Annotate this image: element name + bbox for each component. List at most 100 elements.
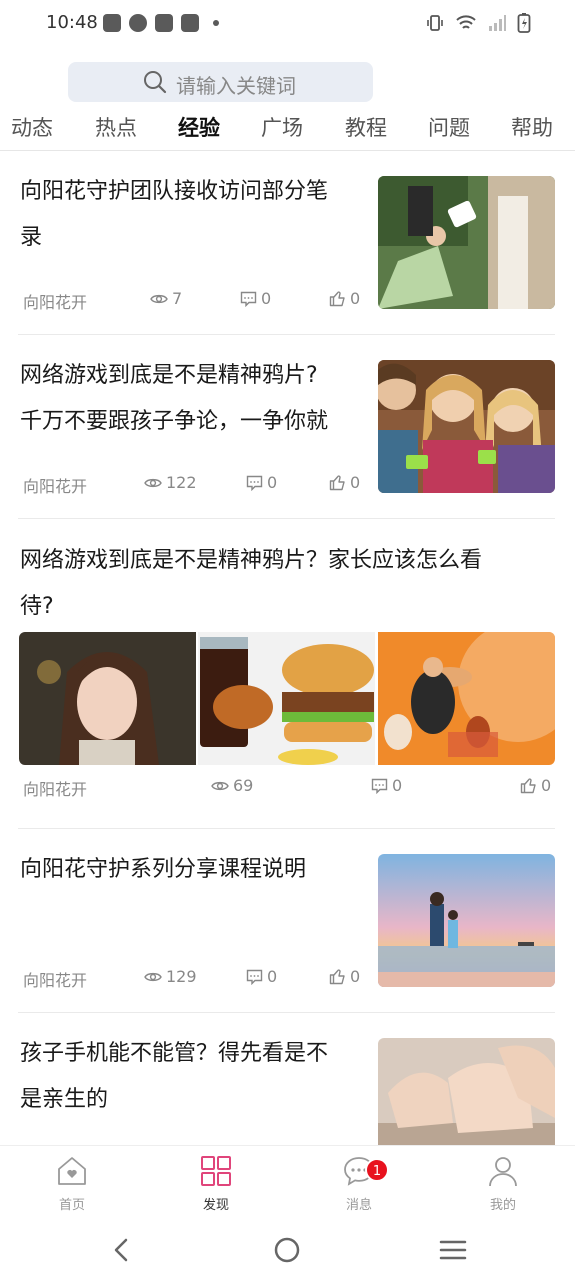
search-bar[interactable]: 请输入关键词 — [68, 62, 373, 102]
view-count: 7 — [150, 289, 182, 308]
tab-questions[interactable]: 问题 — [428, 112, 470, 142]
article-card[interactable]: 网络游戏到底是不是精神鸦片？家长应该怎么看 待? 向阳花开 69 0 0 — [18, 538, 555, 806]
fast-food-photo — [198, 632, 375, 765]
message-badge: 1 — [365, 1158, 389, 1182]
nav-discover[interactable]: 发现 — [176, 1154, 256, 1213]
thumbs-up-icon — [329, 969, 345, 985]
article-divider — [18, 828, 555, 829]
eye-icon — [211, 781, 229, 790]
like-count-value: 0 — [541, 776, 552, 795]
app-screen: 10:48 请输入关键词 动态 热点 经验 广场 教程 问题 帮助 向阳花守护团… — [0, 0, 575, 1280]
kids-phones-photo — [378, 360, 555, 493]
system-navigation-bar — [0, 1220, 575, 1280]
like-count[interactable]: 0 — [329, 967, 360, 986]
article-title-line: 是亲生的 — [20, 1087, 109, 1112]
article-thumbnail — [378, 632, 555, 765]
article-title: 向阳花守护团队接收访问部分笔 录 — [20, 169, 360, 261]
hands-photo — [378, 1038, 555, 1145]
article-title: 网络游戏到底是不是精神鸦片？家长应该怎么看 待? — [20, 538, 557, 630]
shopping-bag-icon — [155, 14, 173, 32]
comment-count[interactable]: 0 — [246, 967, 277, 986]
article-divider — [18, 1012, 555, 1013]
home-circle-icon[interactable] — [273, 1236, 301, 1264]
beach-sunset-photo — [378, 854, 555, 987]
user-icon — [489, 1157, 517, 1187]
article-author: 向阳花开 — [23, 776, 87, 800]
article-feed[interactable]: 向阳花守护团队接收访问部分笔 录 向阳花开 7 0 0 网络游戏到底是不是精神鸦… — [0, 151, 575, 1145]
article-title-line: 网络游戏到底是不是精神鸦片? — [20, 363, 318, 388]
vivo-app-icon — [103, 14, 121, 32]
view-count: 122 — [144, 473, 197, 492]
comment-count-value: 0 — [267, 473, 278, 492]
article-card[interactable]: 向阳花守护团队接收访问部分笔 录 向阳花开 7 0 0 — [18, 169, 555, 334]
comment-icon — [246, 969, 263, 985]
article-title-line: 向阳花守护系列分享课程说明 — [20, 857, 307, 882]
wifi-icon — [456, 15, 476, 29]
author-name: 向阳花开 — [23, 780, 88, 799]
view-count-value: 129 — [166, 967, 197, 986]
article-title: 孩子手机能不能管？得先看是不 是亲生的 — [20, 1031, 360, 1123]
tab-dynamic[interactable]: 动态 — [11, 112, 53, 142]
nav-messages-label: 消息 — [345, 1198, 372, 1213]
view-count: 129 — [144, 967, 197, 986]
junk-food-illustration — [378, 632, 555, 765]
nav-discover-label: 发现 — [202, 1198, 229, 1213]
article-title: 网络游戏到底是不是精神鸦片? 千万不要跟孩子争论，一争你就 — [20, 353, 360, 445]
grid-icon — [201, 1156, 231, 1186]
article-card[interactable]: 向阳花守护系列分享课程说明 向阳花开 129 0 0 — [18, 847, 555, 1012]
interview-photo — [378, 176, 555, 309]
article-thumbnail — [378, 360, 555, 493]
nav-messages[interactable]: 1 消息 — [319, 1154, 399, 1213]
article-card[interactable]: 孩子手机能不能管？得先看是不 是亲生的 — [18, 1031, 555, 1145]
bottom-navigation: 首页 发现 1 消息 我的 — [0, 1145, 575, 1220]
article-author: 向阳花开 — [23, 967, 87, 991]
article-title-line: 录 — [20, 225, 43, 250]
menu-icon[interactable] — [438, 1236, 468, 1264]
comment-count[interactable]: 0 — [246, 473, 277, 492]
shopping-bag-icon — [181, 14, 199, 32]
category-tabs: 动态 热点 经验 广场 教程 问题 帮助 — [0, 112, 575, 150]
comment-count[interactable]: 0 — [371, 776, 402, 795]
signal-icon — [489, 15, 506, 31]
app-notification-icon — [129, 14, 147, 32]
article-author: 向阳花开 — [23, 289, 87, 313]
tab-help[interactable]: 帮助 — [511, 112, 553, 142]
system-status-icons — [425, 12, 531, 34]
view-count-value: 69 — [233, 776, 254, 795]
thumbs-up-icon — [329, 475, 345, 491]
article-divider — [18, 518, 555, 519]
article-title: 向阳花守护系列分享课程说明 — [20, 847, 360, 893]
comment-icon — [246, 475, 263, 491]
back-icon[interactable] — [108, 1236, 136, 1264]
comment-count-value: 0 — [392, 776, 403, 795]
search-placeholder: 请输入关键词 — [176, 74, 296, 98]
thumbs-up-icon — [520, 778, 536, 794]
nav-mine[interactable]: 我的 — [463, 1154, 543, 1213]
eye-icon — [144, 478, 162, 487]
article-divider — [18, 334, 555, 335]
like-count[interactable]: 0 — [329, 289, 360, 308]
tab-square[interactable]: 广场 — [261, 112, 303, 142]
like-count[interactable]: 0 — [520, 776, 551, 795]
battery-charging-icon — [517, 13, 531, 33]
comment-icon — [240, 291, 257, 307]
author-name: 向阳花开 — [23, 477, 88, 496]
comment-icon — [371, 778, 388, 794]
view-count-value: 122 — [166, 473, 197, 492]
like-count-value: 0 — [350, 967, 361, 986]
comment-count[interactable]: 0 — [240, 289, 271, 308]
tab-tutorial[interactable]: 教程 — [345, 112, 387, 142]
like-count[interactable]: 0 — [329, 473, 360, 492]
eye-icon — [150, 294, 168, 303]
status-time: 10:48 — [46, 12, 98, 33]
tab-experience[interactable]: 经验 — [178, 112, 220, 142]
nav-home[interactable]: 首页 — [32, 1154, 112, 1213]
article-thumbnail — [378, 854, 555, 987]
article-thumbnail — [378, 176, 555, 309]
article-title-line: 待? — [20, 594, 54, 619]
article-card[interactable]: 网络游戏到底是不是精神鸦片? 千万不要跟孩子争论，一争你就 向阳花开 122 0… — [18, 353, 555, 518]
like-count-value: 0 — [350, 473, 361, 492]
tab-hot[interactable]: 热点 — [95, 112, 137, 142]
view-count: 69 — [211, 776, 253, 795]
home-heart-icon — [58, 1157, 86, 1185]
